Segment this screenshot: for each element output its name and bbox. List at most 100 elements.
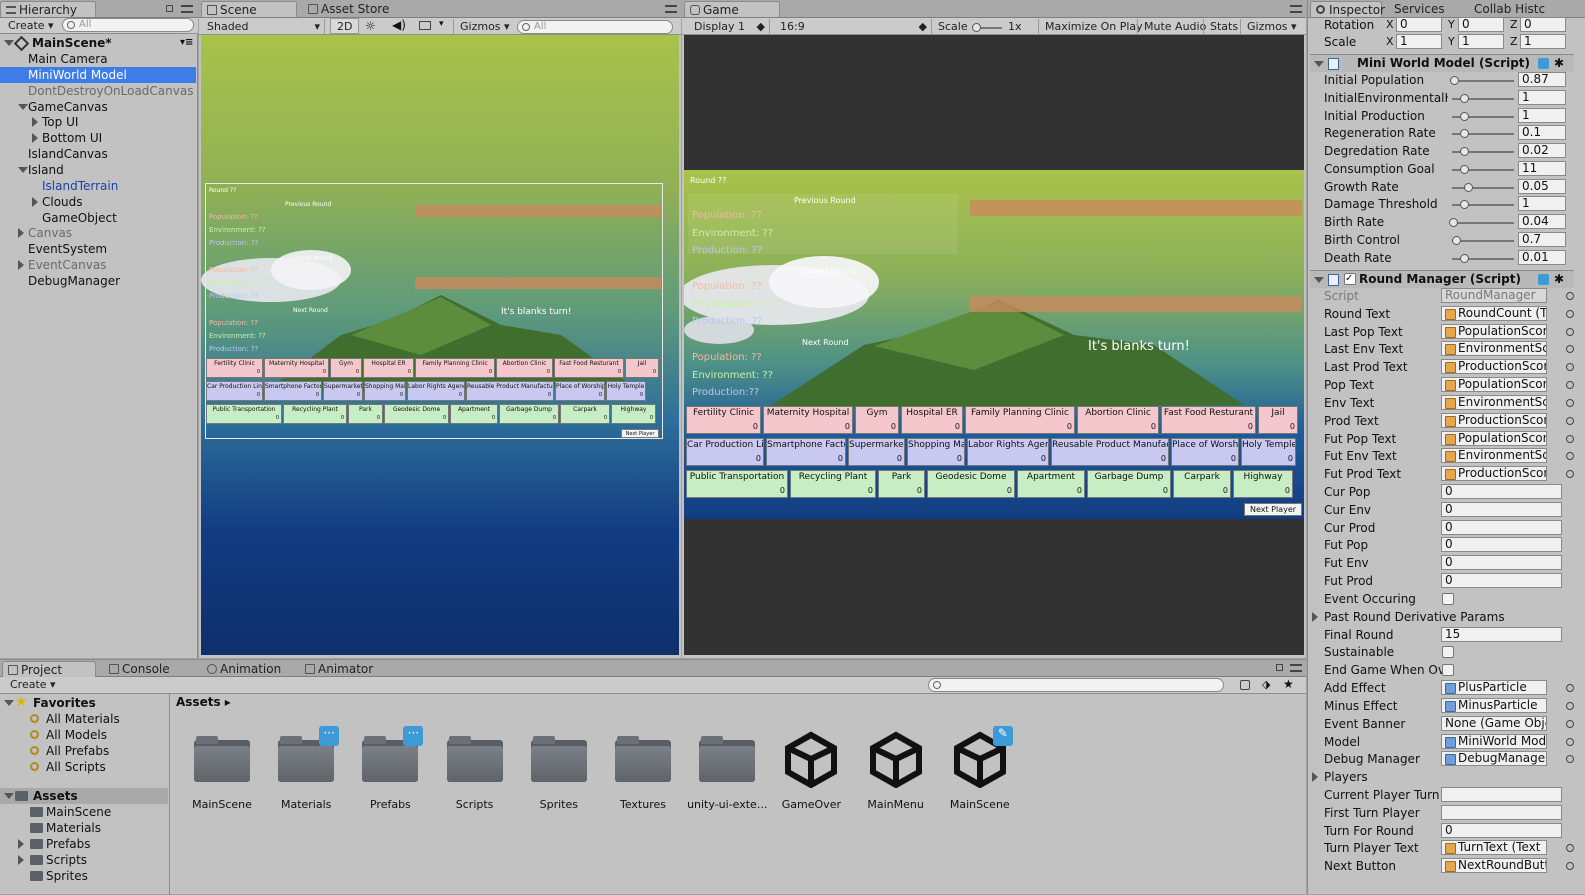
asset-scene[interactable]: GameOver (769, 724, 853, 840)
collapse-icon[interactable] (1314, 277, 1324, 283)
building-pink-tile[interactable]: Abortion Clinic 0 (496, 358, 553, 378)
scene-menu-icon[interactable]: ▾≡ (180, 35, 193, 51)
building-purple-tile[interactable]: Place of Worship 0 (555, 381, 605, 401)
field-slider[interactable] (1452, 235, 1514, 245)
building-green-tile[interactable]: Geodesic Dome 0 (927, 470, 1015, 498)
scale-slider[interactable] (972, 23, 1002, 32)
object-picker-icon[interactable] (1566, 381, 1574, 390)
building-green-tile[interactable]: Highway 0 (1233, 470, 1293, 498)
asset-scene[interactable]: MainMenu (854, 724, 938, 840)
field-value[interactable]: 0.01 (1518, 249, 1566, 265)
field-slider[interactable] (1452, 147, 1514, 156)
object-picker-icon[interactable] (1566, 416, 1574, 425)
favorite-item[interactable]: All Prefabs (0, 743, 168, 759)
field-value[interactable]: 0 (1441, 573, 1562, 589)
object-picker-icon[interactable] (1566, 363, 1574, 372)
menu-icon[interactable] (1290, 664, 1302, 672)
scene-search[interactable]: All (517, 20, 673, 34)
expand-right-icon[interactable] (18, 854, 24, 865)
building-green-tile[interactable]: Garbage Dump 0 (1087, 470, 1171, 498)
mode-2d-toggle[interactable]: 2D (330, 18, 360, 34)
slider-knob[interactable] (1460, 111, 1470, 121)
audio-icon[interactable]: ◀) (392, 18, 406, 32)
field-object-ref[interactable]: MinusParticle (1441, 697, 1547, 713)
object-picker-icon[interactable] (1566, 470, 1574, 479)
hierarchy-item[interactable]: Main Camera (0, 51, 196, 67)
favorite-item[interactable]: All Models (0, 727, 168, 743)
hierarchy-item[interactable]: Bottom UI (0, 130, 196, 146)
object-picker-icon[interactable] (1566, 862, 1574, 871)
building-pink-tile[interactable]: Gym 0 (330, 358, 362, 378)
field-value[interactable]: 0 (1441, 501, 1562, 517)
building-pink-tile[interactable]: Family Planning Clinic 0 (965, 406, 1075, 434)
project-breadcrumb[interactable]: Assets ▸ (176, 695, 231, 709)
building-green-tile[interactable]: Park 0 (348, 404, 383, 424)
object-picker-icon[interactable] (1566, 292, 1574, 300)
slider-knob[interactable] (1463, 182, 1473, 192)
display-dropdown[interactable]: Display 1 ◆ (688, 19, 770, 35)
building-pink-tile[interactable]: Gym 0 (855, 406, 899, 434)
expand-right-icon[interactable] (18, 260, 24, 271)
building-green-tile[interactable]: Recycling Plant 0 (790, 470, 876, 498)
slider-knob[interactable] (1449, 76, 1459, 85)
field-value[interactable]: 0.04 (1518, 214, 1566, 229)
field-value[interactable]: 1 (1518, 89, 1566, 105)
asset-folder[interactable]: ··· Materials (264, 724, 348, 840)
menu-icon[interactable] (665, 5, 677, 13)
expand-down-icon[interactable] (18, 103, 28, 110)
building-green-tile[interactable]: Apartment 0 (1017, 470, 1085, 498)
field-value[interactable]: 0 (1441, 822, 1562, 838)
field-slider[interactable] (1452, 111, 1514, 121)
expand-right-icon[interactable] (32, 133, 38, 144)
object-picker-icon[interactable] (1566, 434, 1574, 443)
hierarchy-item[interactable]: Clouds (0, 194, 196, 210)
building-green-tile[interactable]: Carpark 0 (560, 404, 610, 424)
transform-y-field[interactable]: 0 (1458, 16, 1504, 32)
asset-folder[interactable]: Scripts (433, 724, 517, 840)
building-pink-tile[interactable]: Jail 0 (625, 358, 659, 378)
building-green-tile[interactable]: Public Transportation 0 (686, 470, 788, 498)
field-object-ref[interactable]: PlusParticle (1441, 680, 1547, 696)
field-value[interactable]: 11 (1518, 160, 1566, 176)
gear-icon[interactable]: ✱ (1554, 271, 1564, 288)
field-object-ref[interactable]: DebugManager (1441, 751, 1547, 767)
field-object-ref[interactable]: PopulationScor (1441, 323, 1547, 339)
building-pink-tile[interactable]: Hospital ER 0 (901, 406, 963, 434)
building-purple-tile[interactable]: Reusable Product Manufacturer 0 (1051, 438, 1169, 466)
project-search[interactable] (928, 678, 1224, 692)
building-purple-tile[interactable]: Supermarket 0 (323, 381, 363, 401)
asset-folder[interactable]: ··· Prefabs (348, 724, 432, 840)
building-pink-tile[interactable]: Fast Food Resturant 0 (1161, 406, 1256, 434)
assets-header[interactable]: Assets (0, 788, 168, 804)
tab-asset-store[interactable]: Asset Store (303, 1, 403, 17)
hierarchy-search[interactable]: All (62, 18, 194, 32)
maximize-on-play-toggle[interactable]: Maximize On Play (1038, 19, 1149, 35)
filter-label-icon[interactable]: ⬗ (1262, 678, 1270, 691)
collapse-icon[interactable] (1314, 61, 1324, 67)
hierarchy-item[interactable]: Canvas (0, 225, 196, 241)
transform-z-field[interactable]: 1 (1520, 34, 1566, 50)
scale-slider-knob[interactable] (972, 23, 981, 32)
help-icon[interactable] (1538, 274, 1549, 285)
field-slider[interactable] (1452, 253, 1514, 263)
object-picker-icon[interactable] (1566, 398, 1574, 407)
aspect-dropdown[interactable]: 16:9 ◆ (774, 19, 932, 35)
image-effects-icon[interactable] (419, 21, 431, 30)
expand-right-icon[interactable] (32, 117, 38, 128)
field-object-ref[interactable]: ProductionScor (1441, 412, 1547, 428)
asset-folder[interactable]: Sprites (517, 724, 601, 840)
hierarchy-item[interactable]: IslandTerrain (0, 178, 196, 194)
hierarchy-item[interactable]: Top UI (0, 114, 196, 130)
field-object-ref[interactable]: EnvironmentSc (1441, 394, 1547, 410)
menu-icon[interactable] (181, 5, 193, 13)
tab-animation[interactable]: Animation (202, 661, 294, 677)
slider-knob[interactable] (1460, 147, 1470, 156)
object-picker-icon[interactable] (1566, 737, 1574, 746)
field-object-ref[interactable]: PopulationScor (1441, 377, 1547, 393)
hierarchy-item[interactable]: GameCanvas (0, 99, 196, 115)
object-picker-icon[interactable] (1566, 309, 1574, 318)
field-value[interactable]: 0.05 (1518, 178, 1566, 194)
scene-root-row[interactable]: MainScene* ▾≡ (0, 35, 196, 52)
field-slider[interactable] (1452, 182, 1514, 192)
building-purple-tile[interactable]: Car Production Line 0 (686, 438, 764, 466)
